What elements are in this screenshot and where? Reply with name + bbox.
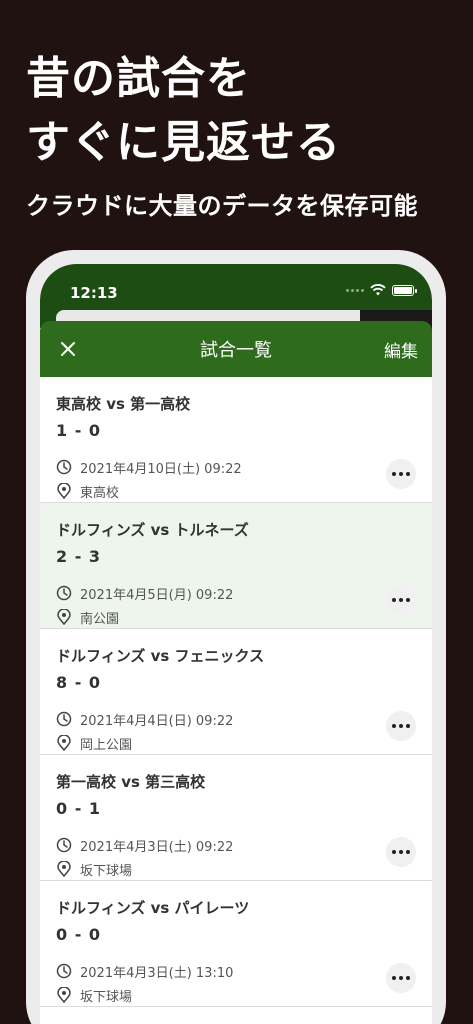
match-score: 0 - 0: [56, 925, 102, 944]
match-title: 東高校 vs 第一高校: [56, 395, 191, 413]
subheadline: クラウドに大量のデータを保存可能: [26, 192, 418, 220]
match-title: ドルフィンズ vs トルネーズ: [56, 521, 249, 539]
signal-icon: [346, 288, 364, 292]
phone-screen: 12:13 試合一覧 編集 東高校 vs 第一高校 1 - 0 2021年4月1…: [40, 264, 432, 1024]
clock-icon: [56, 963, 72, 979]
match-location: 東高校: [80, 485, 120, 501]
match-location: 坂下球場: [80, 863, 133, 879]
match-title: ドルフィンズ vs フェニックス: [56, 647, 265, 665]
headline-line-1: 昔の試合を: [26, 53, 251, 104]
match-row[interactable]: 東高校 vs 第一高校 1 - 0 2021年4月10日(土) 09:22 東高…: [40, 377, 432, 503]
more-button[interactable]: [386, 963, 416, 993]
match-score: 0 - 1: [56, 799, 102, 818]
match-row[interactable]: ドルフィンズ vs フェニックス 8 - 0 2021年4月4日(日) 09:2…: [40, 629, 432, 755]
match-list: 東高校 vs 第一高校 1 - 0 2021年4月10日(土) 09:22 東高…: [40, 377, 432, 1007]
match-title: ドルフィンズ vs パイレーツ: [56, 899, 250, 917]
edit-button[interactable]: 編集: [384, 337, 418, 362]
match-datetime: 2021年4月5日(月) 09:22: [80, 587, 234, 603]
match-location: 坂下球場: [80, 989, 133, 1005]
location-icon: [57, 735, 71, 751]
status-time: 12:13: [70, 284, 118, 302]
match-row[interactable]: ドルフィンズ vs パイレーツ 0 - 0 2021年4月3日(土) 13:10…: [40, 881, 432, 1007]
clock-icon: [56, 585, 72, 601]
match-datetime: 2021年4月3日(土) 09:22: [80, 839, 234, 855]
location-icon: [57, 987, 71, 1003]
location-icon: [57, 861, 71, 877]
navigation-bar: 試合一覧 編集: [40, 321, 432, 377]
page-title: 試合一覧: [200, 340, 272, 361]
close-button[interactable]: [56, 337, 80, 361]
match-location: 南公園: [80, 611, 120, 627]
match-datetime: 2021年4月4日(日) 09:22: [80, 713, 234, 729]
headline: 昔の試合を すぐに見返せる: [26, 52, 341, 176]
clock-icon: [56, 837, 72, 853]
more-button[interactable]: [386, 711, 416, 741]
match-score: 1 - 0: [56, 421, 102, 440]
close-icon: [61, 342, 75, 356]
wifi-icon: [370, 284, 386, 296]
clock-icon: [56, 711, 72, 727]
match-location: 岡上公園: [80, 737, 133, 753]
more-button[interactable]: [386, 585, 416, 615]
more-button[interactable]: [386, 459, 416, 489]
location-icon: [57, 609, 71, 625]
match-score: 2 - 3: [56, 547, 102, 566]
battery-icon: [392, 284, 417, 296]
location-icon: [57, 483, 71, 499]
match-score: 8 - 0: [56, 673, 102, 692]
match-row[interactable]: 第一高校 vs 第三高校 0 - 1 2021年4月3日(土) 09:22 坂下…: [40, 755, 432, 881]
phone-frame: 12:13 試合一覧 編集 東高校 vs 第一高校 1 - 0 2021年4月1…: [26, 250, 446, 1024]
match-title: 第一高校 vs 第三高校: [56, 773, 206, 791]
match-datetime: 2021年4月10日(土) 09:22: [80, 461, 242, 477]
more-button[interactable]: [386, 837, 416, 867]
headline-line-2: すぐに見返せる: [26, 117, 341, 168]
clock-icon: [56, 459, 72, 475]
status-icons: [346, 284, 417, 296]
match-datetime: 2021年4月3日(土) 13:10: [80, 965, 234, 981]
match-row[interactable]: ドルフィンズ vs トルネーズ 2 - 3 2021年4月5日(月) 09:22…: [40, 503, 432, 629]
